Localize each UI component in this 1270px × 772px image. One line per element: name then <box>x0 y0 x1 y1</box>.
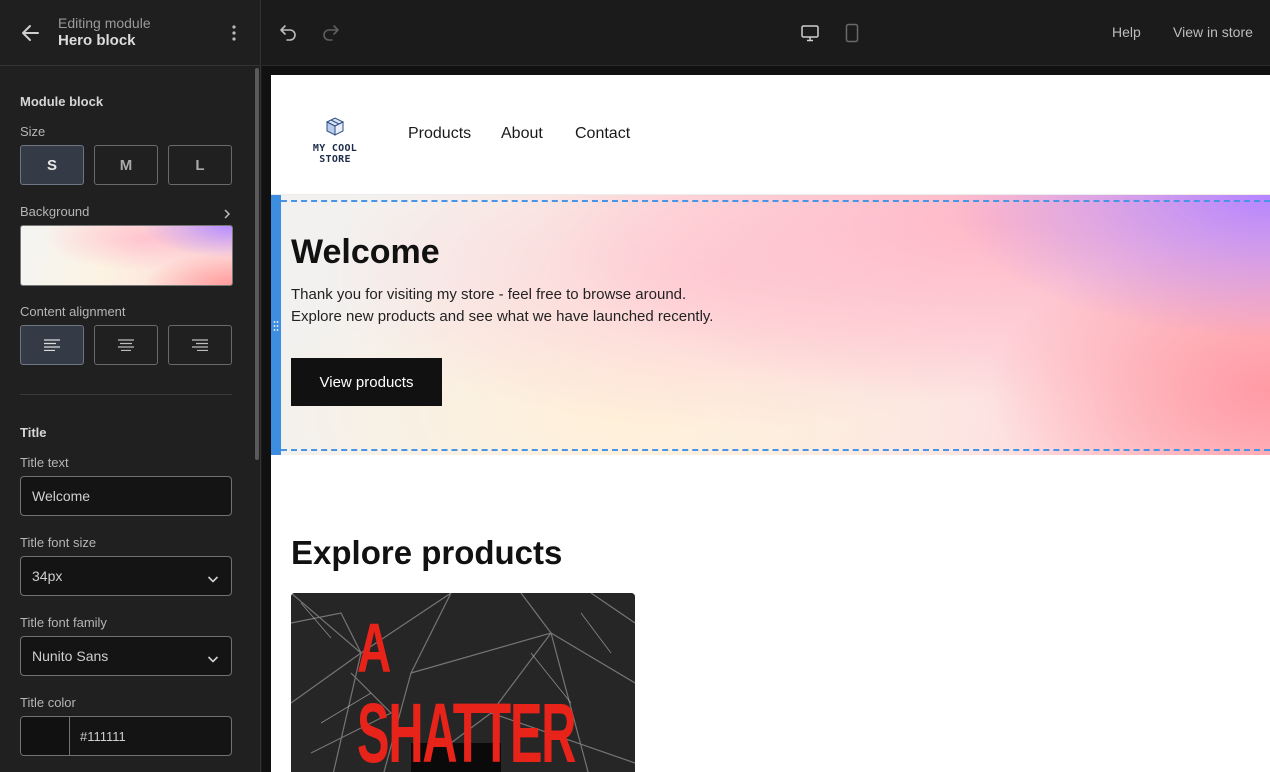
align-center-button[interactable] <box>94 325 158 365</box>
mobile-view-icon[interactable] <box>845 23 859 48</box>
store-preview: MY COOL STORE Products About Contact Wel… <box>271 75 1270 772</box>
nav-contact[interactable]: Contact <box>575 125 630 143</box>
align-right-button[interactable] <box>168 325 232 365</box>
title-color-swatch[interactable] <box>21 717 70 755</box>
content-alignment-label: Content alignment <box>20 304 126 319</box>
selection-outline-top <box>281 200 1270 202</box>
view-in-store-link[interactable]: View in store <box>1173 24 1253 40</box>
background-label: Background <box>20 204 90 219</box>
back-arrow-icon[interactable] <box>18 21 44 45</box>
title-text-label: Title text <box>20 455 69 470</box>
title-text-input[interactable]: Welcome <box>20 476 232 516</box>
drag-handle-icon[interactable] <box>273 319 279 331</box>
module-name: Hero block <box>58 32 136 49</box>
chevron-right-icon[interactable] <box>222 207 232 219</box>
nav-about[interactable]: About <box>501 125 543 143</box>
title-font-size-label: Title font size <box>20 535 97 550</box>
poster-text-line-1: A <box>357 609 392 687</box>
store-logo[interactable]: MY COOL STORE <box>297 116 373 165</box>
module-block-heading: Module block <box>20 94 104 109</box>
scroll-thumb[interactable] <box>255 68 259 460</box>
title-color-value[interactable]: #111111 <box>70 717 231 755</box>
align-right-icon <box>192 339 208 351</box>
title-text-value: Welcome <box>32 488 91 504</box>
title-color-picker[interactable]: #111111 <box>20 716 232 756</box>
title-font-family-value: Nunito Sans <box>32 648 109 664</box>
align-center-icon <box>118 339 134 351</box>
align-left-icon <box>44 339 60 351</box>
chevron-down-icon <box>207 651 219 663</box>
title-font-size-value: 34px <box>32 568 63 584</box>
explore-products-heading: Explore products <box>291 534 563 571</box>
desktop-view-icon[interactable] <box>800 23 820 48</box>
sidebar-scrollbar[interactable] <box>253 66 260 772</box>
editor-topbar: Help View in store <box>262 0 1270 66</box>
align-left-button[interactable] <box>20 325 84 365</box>
title-color-label: Title color <box>20 695 76 710</box>
background-swatch[interactable] <box>20 225 233 286</box>
title-section-heading: Title <box>20 425 47 440</box>
size-l-button[interactable]: L <box>168 145 232 185</box>
redo-icon[interactable] <box>321 22 341 47</box>
sidebar-header: Editing module Hero block <box>0 0 260 66</box>
view-products-button[interactable]: View products <box>291 358 442 406</box>
hero-text-line-1: Thank you for visiting my store - feel f… <box>291 286 687 303</box>
title-font-family-label: Title font family <box>20 615 107 630</box>
store-header: MY COOL STORE Products About Contact <box>271 75 1270 195</box>
module-editor-sidebar: Editing module Hero block Module block S… <box>0 0 261 772</box>
title-font-family-select[interactable]: Nunito Sans <box>20 636 232 676</box>
hero-title: Welcome <box>291 233 440 271</box>
more-options-icon[interactable] <box>226 22 242 44</box>
hero-text-line-2: Explore new products and see what we hav… <box>291 308 714 325</box>
size-s-button[interactable]: S <box>20 145 84 185</box>
chevron-down-icon <box>207 571 219 583</box>
title-font-size-select[interactable]: 34px <box>20 556 232 596</box>
undo-icon[interactable] <box>278 22 298 47</box>
size-m-button[interactable]: M <box>94 145 158 185</box>
size-label: Size <box>20 124 46 139</box>
logo-text: MY COOL STORE <box>312 143 358 165</box>
selection-outline-bottom <box>281 449 1270 451</box>
help-link[interactable]: Help <box>1112 24 1141 40</box>
section-divider <box>20 394 232 395</box>
preview-canvas: MY COOL STORE Products About Contact Wel… <box>262 66 1270 772</box>
poster-text-line-2: SHATTER <box>357 686 576 772</box>
box-logo-icon <box>325 117 345 136</box>
product-card[interactable]: A SHATTER <box>291 593 635 772</box>
editing-module-label: Editing module <box>58 15 151 31</box>
nav-products[interactable]: Products <box>408 125 471 143</box>
